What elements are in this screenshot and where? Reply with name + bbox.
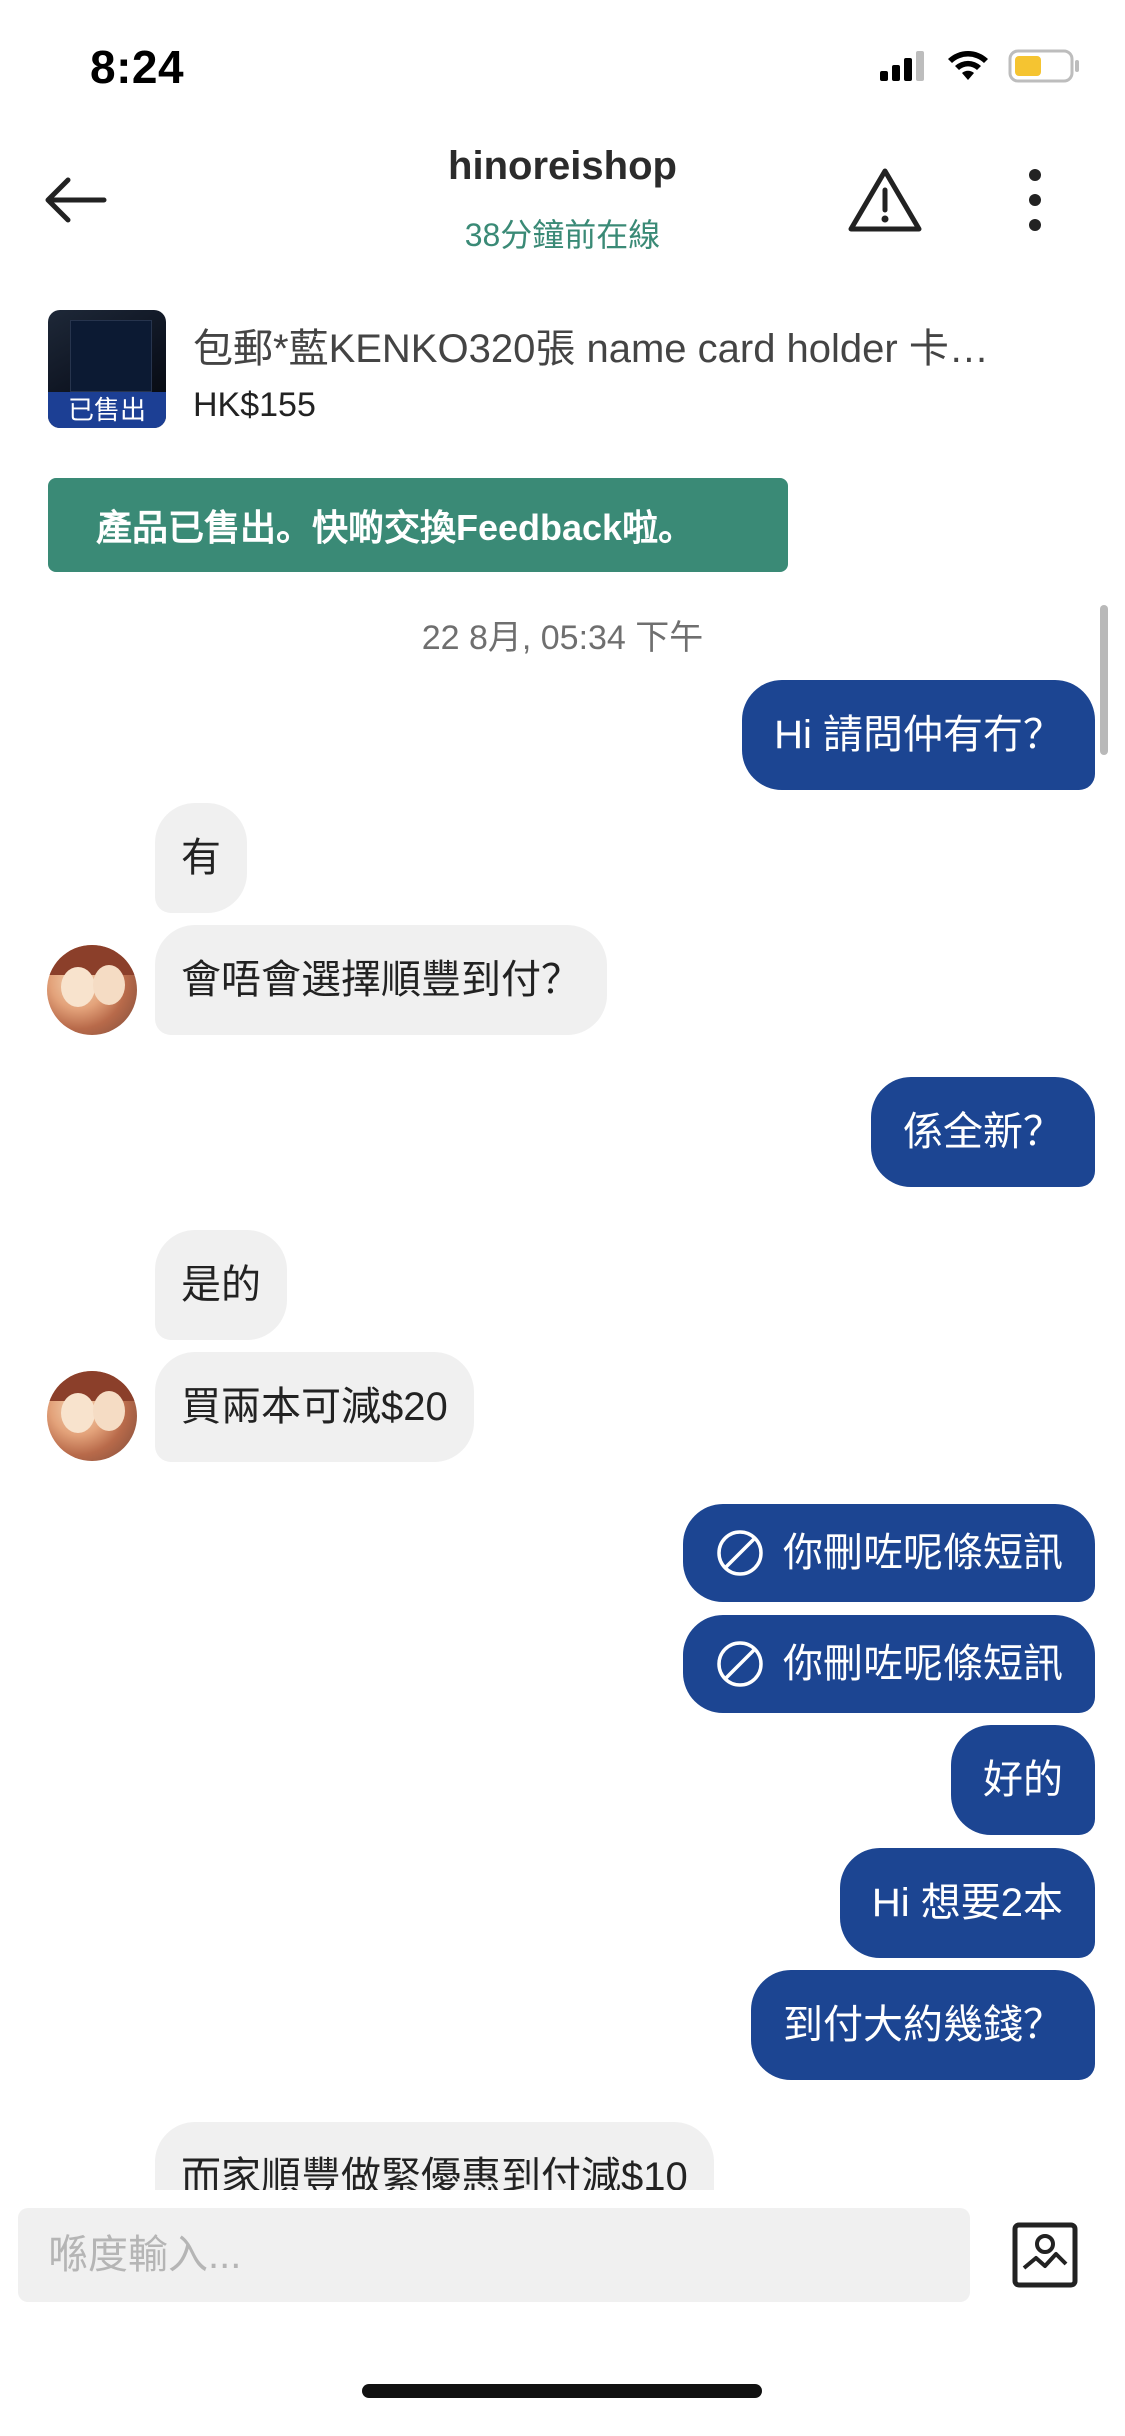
seller-name[interactable]: hinoreishop [0, 144, 1125, 189]
chat-area[interactable]: 8:24 hinoreishop 38分鐘前在線 已售出 包郵*藍KENKO32… [0, 0, 1125, 2190]
message-text: 而家順豐做緊優惠到付減$10 [181, 2155, 688, 2190]
message-text: 係全新？ [903, 1110, 1063, 1154]
feedback-banner-text: 產品已售出。快啲交換Feedback啦。 [96, 507, 695, 548]
message-text: 到付大約幾錢？ [783, 2003, 1063, 2047]
report-button[interactable] [840, 158, 930, 242]
message-text: 好的 [983, 1758, 1063, 1802]
sold-badge: 已售出 [48, 392, 166, 428]
avatar[interactable] [47, 945, 137, 1035]
scrollbar[interactable] [1100, 605, 1108, 755]
product-price: HK$155 [193, 386, 316, 424]
message-outgoing[interactable]: Hi 想要2本 [839, 1848, 1095, 1958]
wifi-icon [946, 50, 990, 87]
message-outgoing[interactable]: 係全新？ [871, 1077, 1095, 1187]
more-vertical-icon [1029, 169, 1041, 231]
avatar[interactable] [47, 1371, 137, 1461]
message-text: 有 [181, 836, 221, 880]
deleted-message[interactable]: 你刪咗呢條短訊 [683, 1504, 1095, 1602]
product-image [70, 320, 152, 392]
blocked-icon [717, 1530, 763, 1576]
message-outgoing[interactable]: 好的 [951, 1725, 1095, 1835]
product-thumbnail[interactable]: 已售出 [48, 310, 166, 428]
message-incoming[interactable]: 是的 [155, 1230, 287, 1340]
message-input[interactable] [18, 2208, 970, 2302]
message-text: 是的 [181, 1263, 261, 1307]
date-separator: 22 8月, 05:34 下午 [421, 619, 704, 657]
image-upload-icon [1012, 2222, 1078, 2288]
online-status: 38分鐘前在線 [464, 217, 661, 253]
chat-header: hinoreishop 38分鐘前在線 [0, 130, 1125, 280]
status-icons [880, 48, 1080, 88]
product-title[interactable]: 包郵*藍KENKO320張 name card holder 卡… [193, 316, 1088, 374]
cellular-signal-icon [880, 50, 928, 86]
warning-icon [848, 168, 922, 232]
attach-image-button[interactable] [1005, 2212, 1085, 2298]
message-text: 會唔會選擇順豐到付？ [181, 958, 581, 1002]
status-time: 8:24 [90, 41, 185, 93]
message-outgoing[interactable]: 到付大約幾錢？ [751, 1970, 1095, 2080]
product-card[interactable]: 已售出 包郵*藍KENKO320張 name card holder 卡… HK… [48, 310, 1088, 430]
message-incoming[interactable]: 有 [155, 803, 247, 913]
message-text: Hi 請問仲有冇？ [774, 713, 1063, 757]
message-incoming[interactable]: 而家順豐做緊優惠到付減$10 [155, 2122, 714, 2190]
composer-bar [0, 2190, 1125, 2330]
status-bar: 8:24 [0, 0, 1125, 130]
blocked-icon [717, 1641, 763, 1687]
feedback-banner[interactable]: 產品已售出。快啲交換Feedback啦。 [48, 478, 788, 572]
message-incoming[interactable]: 買兩本可減$20 [155, 1352, 474, 1462]
message-incoming[interactable]: 會唔會選擇順豐到付？ [155, 925, 607, 1035]
home-indicator[interactable] [362, 2384, 762, 2398]
message-text: 你刪咗呢條短訊 [783, 1642, 1063, 1686]
message-outgoing[interactable]: Hi 請問仲有冇？ [742, 680, 1095, 790]
message-text: 買兩本可減$20 [181, 1385, 448, 1429]
more-options-button[interactable] [1000, 158, 1070, 242]
message-text: 你刪咗呢條短訊 [783, 1531, 1063, 1575]
message-text: Hi 想要2本 [871, 1881, 1063, 1925]
deleted-message[interactable]: 你刪咗呢條短訊 [683, 1615, 1095, 1713]
battery-icon [1008, 49, 1080, 88]
